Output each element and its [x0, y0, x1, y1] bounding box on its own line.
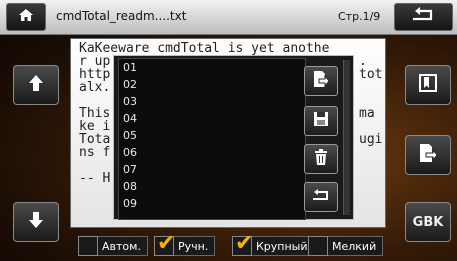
option-label: Ручн. [174, 236, 216, 256]
bookmark-button[interactable] [405, 65, 451, 105]
text-line-fragment: ugi [359, 132, 383, 147]
option-checkbox[interactable]: ✔ Ручн. [154, 231, 216, 257]
text-line: KaKeeware cmdTotal is yet anothe [79, 41, 330, 56]
export-button[interactable] [405, 135, 451, 175]
option-label: Мелкий [328, 236, 384, 256]
list-item[interactable]: 01 [119, 59, 305, 76]
bookmark-icon [419, 74, 437, 96]
text-line-fragment: ma [359, 106, 375, 121]
checkbox-box[interactable] [78, 236, 98, 256]
popup-scrollbar[interactable] [343, 60, 350, 215]
export-doc-icon [312, 70, 330, 92]
text-line-fragment: tot [359, 67, 383, 82]
trash-icon [314, 149, 328, 169]
export-doc-icon [418, 143, 438, 167]
popup-delete-button[interactable] [304, 144, 338, 174]
checkbox-box[interactable]: ✔ [154, 231, 175, 256]
list-item[interactable]: 06 [119, 144, 305, 161]
home-button[interactable] [6, 3, 46, 31]
options-bar: Автом. ✔ Ручн. ✔ Крупный Мелкий [0, 231, 457, 261]
option-checkbox[interactable]: ✔ Крупный [232, 231, 315, 257]
arrow-up-icon [28, 74, 44, 96]
save-icon [313, 111, 329, 131]
option-checkbox[interactable]: Мелкий [308, 235, 384, 257]
scroll-up-button[interactable] [13, 65, 59, 105]
arrow-down-icon [28, 211, 44, 233]
return-arrow-icon [311, 188, 331, 207]
file-title: cmdTotal_readm....txt [56, 9, 187, 23]
list-item[interactable]: 02 [119, 76, 305, 93]
list-item[interactable]: 03 [119, 93, 305, 110]
bookmark-popup: 01 02 03 04 05 06 07 08 09 [113, 55, 354, 220]
page-indicator: Стр.1/9 [338, 10, 381, 23]
list-item[interactable]: 04 [119, 110, 305, 127]
popup-return-button[interactable] [304, 182, 338, 212]
home-icon [18, 8, 34, 26]
checkbox-box[interactable]: ✔ [232, 231, 253, 256]
return-arrow-icon [411, 7, 437, 27]
option-label: Автом. [98, 236, 148, 256]
gbk-label: GBK [412, 214, 444, 230]
back-button[interactable] [394, 3, 453, 31]
top-bar: cmdTotal_readm....txt Стр.1/9 [0, 0, 457, 35]
bookmark-list: 01 02 03 04 05 06 07 08 09 [118, 58, 306, 220]
popup-save-button[interactable] [304, 106, 338, 136]
list-item[interactable]: 05 [119, 127, 305, 144]
option-checkbox[interactable]: Автом. [78, 235, 148, 257]
list-item[interactable]: 09 [119, 195, 305, 212]
list-item[interactable]: 07 [119, 161, 305, 178]
list-item[interactable]: 08 [119, 178, 305, 195]
checkmark-icon: ✔ [157, 231, 176, 256]
checkbox-box[interactable] [308, 236, 328, 256]
popup-export-button[interactable] [304, 66, 338, 96]
option-label: Крупный [252, 236, 315, 256]
checkmark-icon: ✔ [235, 231, 254, 256]
